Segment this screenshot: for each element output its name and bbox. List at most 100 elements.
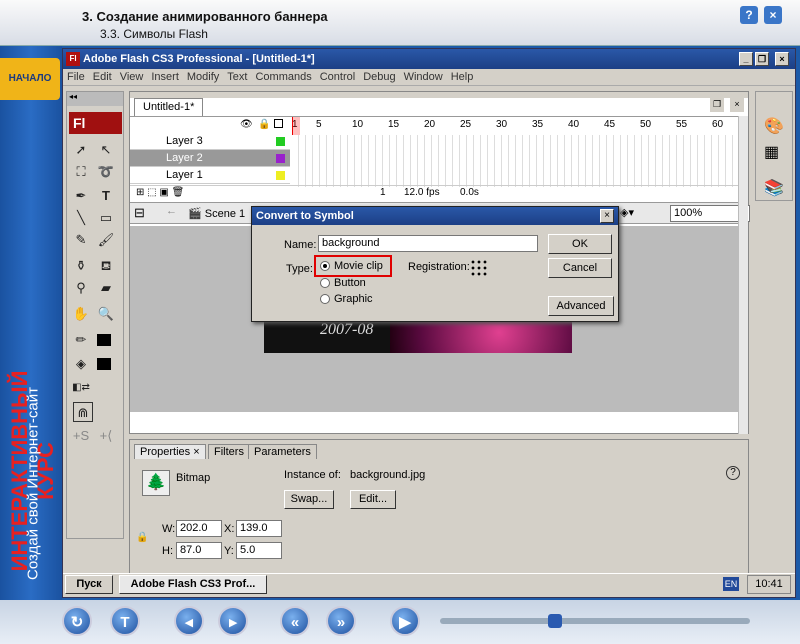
menu-window[interactable]: Window [400,69,447,85]
course-header: 3. Создание анимированного баннера 3.3. … [0,0,800,46]
doc-close-icon[interactable]: × [730,98,744,112]
height-label: H: [162,545,173,557]
selection-tool-icon[interactable]: ➚ [70,140,92,160]
height-field[interactable]: 87.0 [176,542,222,559]
menu-debug[interactable]: Debug [359,69,399,85]
ok-button[interactable]: OK [548,234,612,254]
taskbar-flash-item[interactable]: Adobe Flash CS3 Prof... [119,575,267,594]
symbol-name-input[interactable]: background [318,235,538,252]
grid-panel-icon[interactable]: ▦ [764,142,779,162]
lasso-tool-icon[interactable]: ➰ [95,162,117,182]
movie-clip-radio[interactable] [320,261,330,271]
x-field[interactable]: 139.0 [236,520,282,537]
layer-row[interactable]: Layer 2 [130,150,290,167]
graphic-label: Graphic [334,293,373,305]
refresh-icon[interactable]: ↻ [62,606,92,636]
dialog-close-button[interactable]: × [600,209,614,223]
free-transform-tool-icon[interactable]: ⛶ [70,162,92,182]
vertical-scrollbar[interactable] [738,116,748,434]
menu-help[interactable]: Help [447,69,478,85]
language-indicator[interactable]: EN [723,577,739,591]
menu-view[interactable]: View [116,69,148,85]
frame-grid[interactable] [292,135,738,187]
eraser-tool-icon[interactable]: ▰ [95,278,117,298]
start-button[interactable]: Пуск [65,575,113,594]
tools-collapse-icon[interactable]: ◂◂ [67,92,123,106]
tab-parameters[interactable]: Parameters [248,444,317,459]
scene-label[interactable]: 🎬 Scene 1 [188,207,245,220]
next-icon[interactable]: ▸ [218,606,248,636]
frame-number: 15 [388,119,400,130]
restore-button[interactable]: ❐ [755,52,769,66]
graphic-radio[interactable] [320,294,330,304]
stroke-color-icon[interactable]: ✏ [70,330,92,350]
smooth-icon[interactable]: +S [70,426,92,446]
pen-tool-icon[interactable]: ✒ [70,186,92,206]
progress-track[interactable] [440,618,750,624]
cancel-button[interactable]: Cancel [548,258,612,278]
timeline-toggle-icon[interactable]: ⊟ [134,205,145,221]
text-icon[interactable]: T [110,606,140,636]
zoom-tool-icon[interactable]: 🔍 [95,304,117,324]
doc-restore-icon[interactable]: ❐ [710,98,724,112]
prev-icon[interactable]: ◂ [174,606,204,636]
frame-number: 30 [496,119,508,130]
lock-icon[interactable]: 🔒 [258,119,270,130]
ink-bottle-tool-icon[interactable]: ⚱ [70,256,92,276]
line-tool-icon[interactable]: ╲ [70,208,92,228]
rectangle-tool-icon[interactable]: ▭ [95,208,117,228]
back-arrow-icon[interactable]: ← [166,205,177,217]
start-tab[interactable]: НАЧАЛО [0,58,60,100]
menu-modify[interactable]: Modify [183,69,223,85]
outline-icon[interactable] [274,119,283,128]
progress-handle[interactable] [548,614,562,628]
play-icon[interactable]: ▶ [390,606,420,636]
stroke-color-swatch[interactable] [97,334,111,346]
tab-properties[interactable]: Properties × [134,444,206,459]
rewind-icon[interactable]: « [280,606,310,636]
help-button[interactable]: ? [740,6,758,24]
close-button[interactable]: × [764,6,782,24]
button-radio[interactable] [320,278,330,288]
menu-text[interactable]: Text [223,69,251,85]
y-field[interactable]: 5.0 [236,542,282,559]
fast-forward-icon[interactable]: » [326,606,356,636]
menu-file[interactable]: File [63,69,89,85]
menu-edit[interactable]: Edit [89,69,116,85]
layer-row[interactable]: Layer 1 [130,167,290,184]
tab-filters[interactable]: Filters [208,444,250,459]
menu-control[interactable]: Control [316,69,359,85]
snap-magnet-icon[interactable]: ⋒ [73,402,93,422]
width-field[interactable]: 202.0 [176,520,222,537]
edit-symbols-icon[interactable]: ◈▾ [620,206,634,219]
library-panel-icon[interactable]: 📚 [764,178,784,198]
advanced-button[interactable]: Advanced [548,296,614,316]
straighten-icon[interactable]: +⟨ [95,426,117,446]
minimize-button[interactable]: _ [739,52,753,66]
brush-tool-icon[interactable]: 🖌 [95,230,117,250]
lock-aspect-icon[interactable]: 🔒 [136,532,148,543]
fill-color-icon[interactable]: ◈ [70,354,92,374]
add-layer-icon[interactable]: ⊞ ⬚ ▣ 🗑 [136,187,184,198]
eye-icon[interactable]: 👁 [240,119,253,130]
color-panel-icon[interactable]: 🎨 [764,116,784,136]
paint-bucket-tool-icon[interactable]: ⛾ [95,256,117,276]
fill-color-swatch[interactable] [97,358,111,370]
swap-button[interactable]: Swap... [284,490,334,509]
layer-row[interactable]: Layer 3 [130,133,290,150]
text-tool-icon[interactable]: T [95,186,117,206]
eyedropper-tool-icon[interactable]: ⚲ [70,278,92,298]
edit-button[interactable]: Edit... [350,490,396,509]
hand-tool-icon[interactable]: ✋ [70,304,92,324]
window-close-button[interactable]: × [775,52,789,66]
pencil-tool-icon[interactable]: ✎ [70,230,92,250]
document-tab[interactable]: Untitled-1* [134,98,204,116]
menu-insert[interactable]: Insert [147,69,183,85]
menu-commands[interactable]: Commands [251,69,315,85]
frame-number: 35 [532,119,544,130]
swap-colors-icon[interactable]: ◧⇄ [70,378,92,398]
banner-image[interactable]: 2007-08 [264,319,572,353]
help-icon[interactable]: ? [726,466,740,480]
registration-grid[interactable] [470,259,488,277]
subselection-tool-icon[interactable]: ↖ [95,140,117,160]
